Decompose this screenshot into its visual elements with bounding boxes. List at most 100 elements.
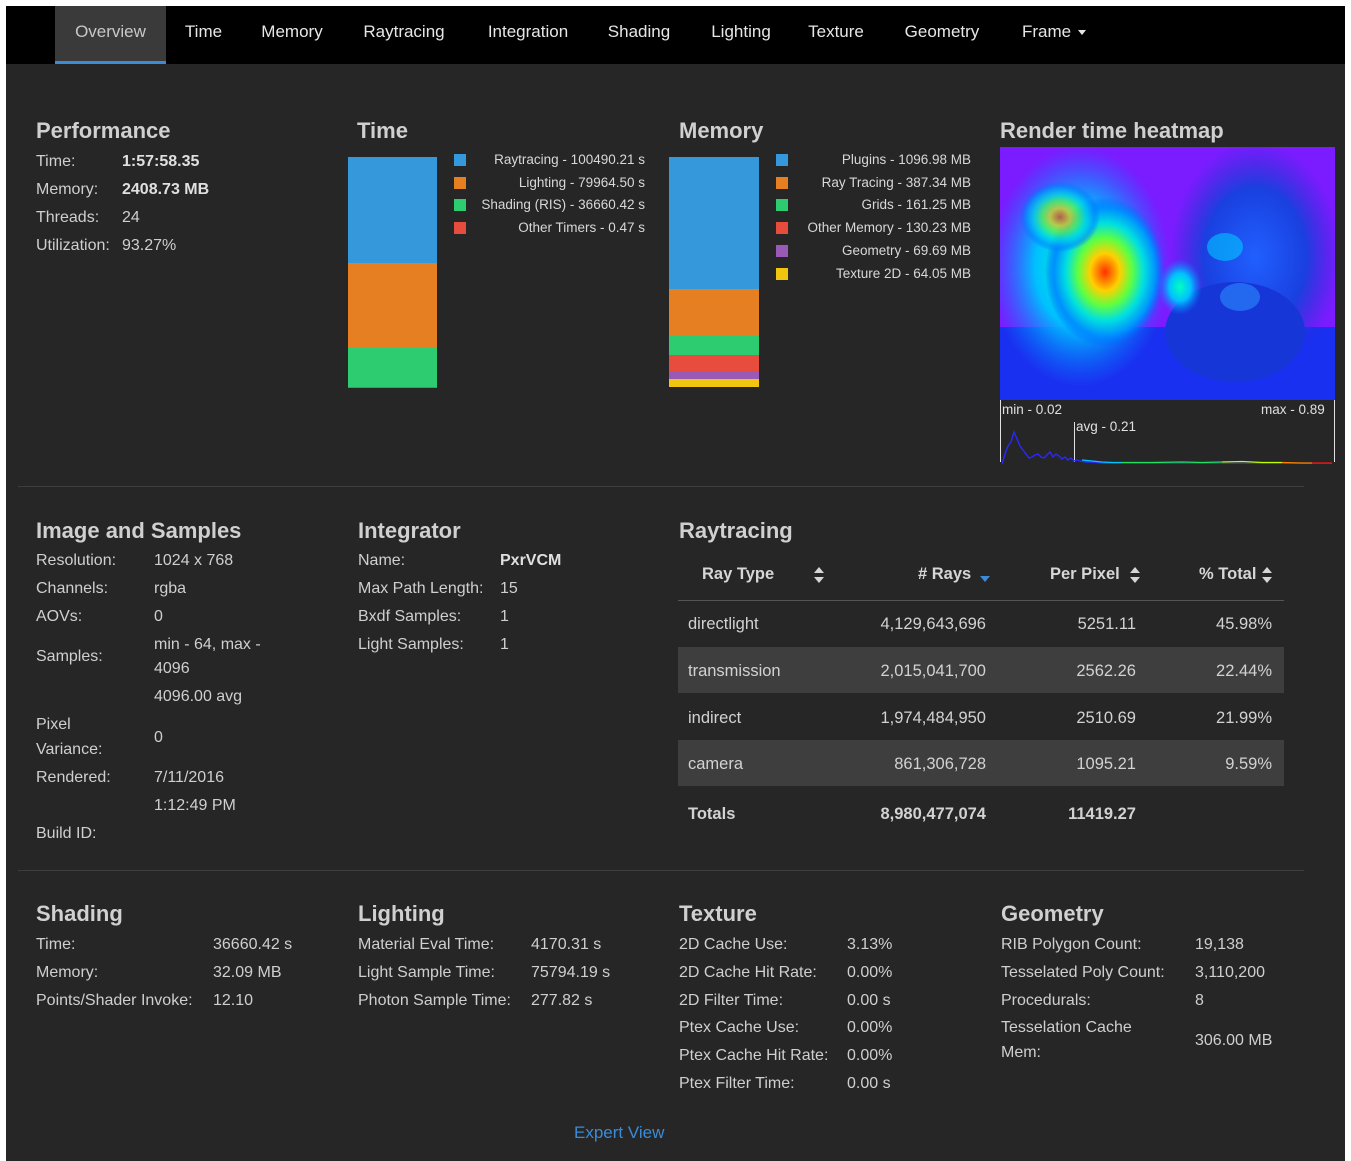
tab-time[interactable]: Time bbox=[176, 6, 231, 64]
table-header-rule bbox=[678, 600, 1284, 601]
bar-segment-plugins bbox=[669, 157, 759, 290]
memory-legend-label: Texture 2D - 64.05 MB bbox=[835, 265, 971, 281]
bar-segment-other-timers bbox=[348, 386, 437, 389]
perf-utilization-label: Utilization: bbox=[36, 237, 110, 254]
per-pixel-cell: 2510.69 bbox=[1076, 709, 1136, 727]
heatmap-histogram bbox=[1001, 424, 1332, 465]
per-pixel-cell: 1095.21 bbox=[1076, 755, 1136, 773]
resolution-value: 1024 x 768 bbox=[154, 552, 234, 569]
texture-stat-label: Ptex Filter Time: bbox=[679, 1075, 795, 1092]
tesselated-poly-count-value: 3,110,200 bbox=[1195, 964, 1265, 981]
tab-overview[interactable]: Overview bbox=[55, 6, 166, 64]
sort-icon-percent-total[interactable] bbox=[1262, 567, 1272, 583]
bar-segment-other-memory bbox=[669, 355, 759, 371]
texture-stat-label: 2D Cache Hit Rate: bbox=[679, 963, 817, 981]
samples-label: Samples: bbox=[36, 648, 103, 665]
tesselation-cache-label-2: Mem: bbox=[1001, 1044, 1041, 1061]
channels-value: rgba bbox=[154, 580, 187, 597]
section-divider-2 bbox=[18, 870, 1304, 871]
samples-value-line1: min - 64, max - bbox=[154, 636, 261, 653]
tab-raytracing[interactable]: Raytracing bbox=[356, 6, 452, 64]
texture-stat-value: 0.00% bbox=[847, 1047, 893, 1065]
channels-label: Channels: bbox=[36, 580, 109, 597]
image-samples-title: Image and Samples bbox=[36, 518, 242, 543]
samples-avg: 4096.00 avg bbox=[154, 688, 243, 705]
time-legend-label: Raytracing - 100490.21 s bbox=[494, 152, 645, 167]
light-samples-label: Light Samples: bbox=[358, 636, 464, 653]
pixel-variance-label-1: Pixel bbox=[36, 716, 71, 733]
col-header-percent-total[interactable]: % Total bbox=[1199, 565, 1256, 584]
bar-segment-geometry bbox=[669, 370, 759, 380]
procedurals-value: 8 bbox=[1195, 992, 1204, 1009]
pixel-variance-value: 0 bbox=[154, 729, 163, 746]
col-header-per-pixel[interactable]: Per Pixel bbox=[1050, 565, 1120, 584]
stats-page: Overview Time Memory Raytracing Integrat… bbox=[6, 6, 1345, 1161]
pixel-variance-label-2: Variance: bbox=[36, 741, 103, 758]
bar-segment-lighting bbox=[348, 263, 437, 349]
time-legend-label: Lighting - 79964.50 s bbox=[518, 174, 645, 190]
memory-legend-swatch bbox=[776, 199, 788, 212]
points-shader-invoke-label: Points/Shader Invoke: bbox=[36, 992, 193, 1009]
photon-sample-time-value: 277.82 s bbox=[531, 992, 593, 1009]
aovs-value: 0 bbox=[154, 608, 163, 625]
samples-value-line2: 4096 bbox=[154, 660, 190, 677]
time-legend-swatch bbox=[454, 176, 466, 189]
time-stacked-bar bbox=[348, 157, 437, 389]
num-rays-cell: 2,015,041,700 bbox=[880, 662, 986, 680]
per-pixel-cell: 2562.26 bbox=[1076, 662, 1136, 680]
heatmap-min-label: min - 0.02 bbox=[1002, 402, 1063, 417]
max-path-length-value: 15 bbox=[500, 580, 518, 597]
sort-icon-per-pixel[interactable] bbox=[1130, 567, 1140, 583]
tab-frame-label: Frame bbox=[1021, 22, 1072, 41]
section-divider-1 bbox=[18, 486, 1304, 487]
shading-title: Shading bbox=[36, 901, 123, 926]
heatmap-min-marker bbox=[1000, 400, 1001, 462]
texture-title: Texture bbox=[679, 901, 757, 926]
memory-legend-swatch bbox=[776, 267, 788, 280]
tab-memory[interactable]: Memory bbox=[252, 6, 332, 64]
tab-shading[interactable]: Shading bbox=[601, 6, 677, 64]
memory-stacked-bar bbox=[669, 157, 759, 387]
sort-desc-icon[interactable] bbox=[980, 576, 990, 582]
shading-time-value: 36660.42 s bbox=[213, 936, 293, 953]
texture-stat-label: 2D Filter Time: bbox=[679, 991, 784, 1009]
ray-type-cell: transmission bbox=[688, 662, 781, 680]
sort-icon-ray-type[interactable] bbox=[814, 567, 824, 583]
time-chart-title: Time bbox=[357, 118, 408, 143]
tab-lighting[interactable]: Lighting bbox=[703, 6, 779, 64]
col-header-ray-type[interactable]: Ray Type bbox=[702, 565, 774, 584]
texture-stat-value: 0.00 s bbox=[847, 1075, 891, 1092]
num-rays-cell: 1,974,484,950 bbox=[880, 709, 986, 727]
tab-integration[interactable]: Integration bbox=[478, 6, 578, 64]
light-sample-time-label: Light Sample Time: bbox=[358, 964, 495, 981]
perf-memory-value: 2408.73 MB bbox=[122, 181, 210, 198]
bar-segment-grids bbox=[669, 335, 759, 356]
material-eval-time-value: 4170.31 s bbox=[531, 936, 602, 953]
bar-segment-shading-ris- bbox=[348, 348, 437, 387]
tab-frame-dropdown[interactable]: Frame bbox=[1014, 6, 1094, 64]
points-shader-invoke-value: 12.10 bbox=[213, 992, 254, 1009]
geometry-title: Geometry bbox=[1001, 901, 1104, 926]
totals-per-pixel: 11419.27 bbox=[1068, 805, 1136, 823]
per-pixel-cell: 5251.11 bbox=[1077, 615, 1136, 633]
ray-type-cell: directlight bbox=[688, 615, 759, 633]
ray-type-cell: camera bbox=[688, 755, 744, 773]
integrator-title: Integrator bbox=[358, 518, 461, 543]
expert-view-link[interactable]: Expert View bbox=[574, 1123, 664, 1143]
ray-type-cell: indirect bbox=[688, 709, 742, 727]
col-header-num-rays[interactable]: # Rays bbox=[918, 565, 971, 584]
memory-legend-label: Geometry - 69.69 MB bbox=[841, 242, 971, 258]
memory-legend-swatch bbox=[776, 154, 788, 166]
integrator-name-label: Name: bbox=[358, 552, 406, 569]
num-rays-cell: 4,129,643,696 bbox=[880, 615, 986, 633]
tab-texture[interactable]: Texture bbox=[803, 6, 869, 64]
perf-memory-label: Memory: bbox=[36, 181, 99, 198]
rendered-date: 7/11/2016 bbox=[154, 769, 224, 786]
photon-sample-time-label: Photon Sample Time: bbox=[358, 992, 511, 1009]
time-legend-swatch bbox=[454, 199, 466, 212]
bxdf-samples-label: Bxdf Samples: bbox=[358, 608, 462, 625]
chevron-down-icon bbox=[1078, 30, 1087, 36]
tab-geometry[interactable]: Geometry bbox=[899, 6, 985, 64]
raytracing-title: Raytracing bbox=[679, 518, 793, 543]
rendered-label: Rendered: bbox=[36, 769, 111, 786]
